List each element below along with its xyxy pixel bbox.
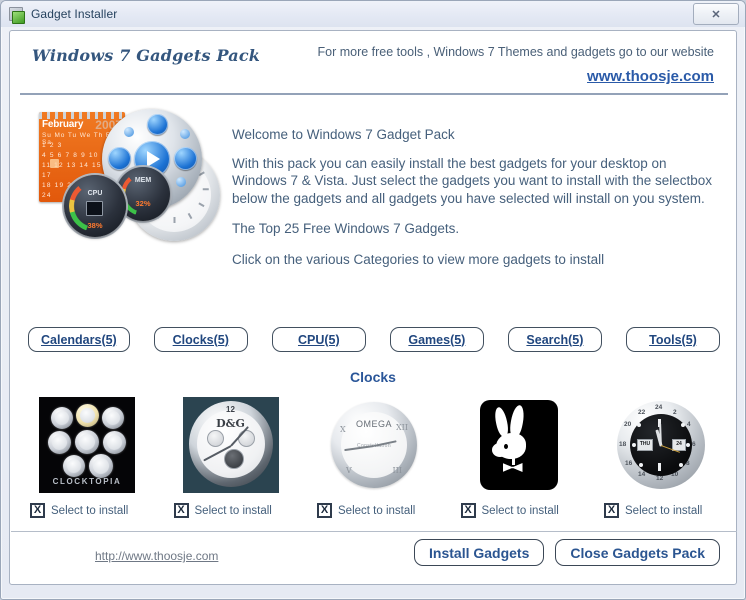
cpu-gauge-art: CPU 38% [64, 175, 126, 237]
category-label: Calendars(5) [41, 332, 117, 347]
cpu-gauge-label: CPU [87, 190, 103, 197]
close-window-button[interactable]: ✕ [693, 3, 739, 25]
footer-button-group: Install Gadgets Close Gadgets Pack [414, 539, 720, 566]
category-button-search[interactable]: Search(5) [507, 327, 602, 352]
gadget-thumbnail-playboy-bunny-clock[interactable] [469, 397, 566, 493]
gadget-thumbnail-dg-watch[interactable]: 12 D&G [182, 397, 279, 493]
category-label: Clocks(5) [172, 332, 229, 347]
gadget-item: X Select to install [453, 397, 583, 518]
calendar-month: February [42, 119, 84, 130]
close-gadgets-pack-label: Close Gadgets Pack [570, 544, 705, 561]
mem-gauge-label: MEM [134, 177, 152, 184]
gadget-grid: CLOCKTOPIA X Select to install 12 D&G X … [22, 397, 726, 518]
checkbox-mark: X [460, 503, 476, 518]
category-label: Search(5) [526, 332, 584, 347]
select-to-install-label: Select to install [338, 504, 416, 517]
welcome-body: With this pack you can easily install th… [232, 155, 713, 206]
dg-brand-caption: D&G [216, 417, 245, 430]
category-button-cpu[interactable]: CPU(5) [271, 327, 366, 352]
gadget-item: CLOCKTOPIA X Select to install [22, 397, 152, 518]
shuffle-icon [147, 114, 168, 135]
select-to-install-checkbox-2[interactable]: X Select to install [173, 503, 272, 518]
gadget-thumbnail-rolex-gmt-clock[interactable]: 24 2 4 6 8 12 10 14 16 18 20 22 THU 24 [613, 397, 709, 493]
select-to-install-checkbox-5[interactable]: X Select to install [604, 503, 702, 518]
select-to-install-checkbox-1[interactable]: X Select to install [30, 503, 128, 518]
welcome-click-hint: Click on the various Categories to view … [232, 251, 605, 267]
welcome-text-block: Welcome to Windows 7 Gadget Pack With th… [232, 126, 717, 281]
welcome-top25: The Top 25 Free Windows 7 Gadgets. [232, 221, 460, 236]
cpu-gauge-value: 38% [87, 221, 103, 230]
gadget-thumbnail-clocktopia[interactable]: CLOCKTOPIA [39, 397, 135, 493]
gadget-item: 12 D&G X Select to install [166, 397, 296, 518]
window-title: Gadget Installer [31, 7, 118, 21]
section-title: Clocks [350, 369, 396, 385]
gadget-thumbnail-omega-clock[interactable]: X XII V III OMEGA Constellation [326, 397, 422, 493]
omega-caption: OMEGA [355, 419, 392, 429]
select-to-install-checkbox-3[interactable]: X Select to install [317, 503, 415, 518]
checkbox-mark: X [173, 503, 189, 518]
website-link[interactable]: www.thoosje.com [587, 68, 714, 85]
checkbox-mark: X [604, 503, 619, 518]
app-header: Windows 7 Gadgets Pack For more free too… [10, 31, 736, 92]
select-to-install-label: Select to install [625, 504, 703, 517]
close-gadgets-pack-button[interactable]: Close Gadgets Pack [555, 539, 720, 566]
install-gadgets-button[interactable]: Install Gadgets [414, 539, 545, 566]
footer-url-link[interactable]: http://www.thoosje.com [95, 549, 218, 563]
gadget-item: X XII V III OMEGA Constellation X Select… [309, 397, 439, 518]
checkbox-mark: X [30, 503, 45, 518]
category-button-tools[interactable]: Tools(5) [625, 327, 720, 352]
category-label: Games(5) [408, 332, 466, 347]
gadget-item: 24 2 4 6 8 12 10 14 16 18 20 22 THU 24 X… [596, 397, 726, 518]
checkbox-mark: X [317, 503, 332, 518]
title-bar: Gadget Installer ✕ [1, 1, 745, 27]
category-button-calendars[interactable]: Calendars(5) [28, 327, 130, 352]
clocktopia-caption: CLOCKTOPIA [52, 477, 122, 486]
select-to-install-label: Select to install [194, 504, 272, 517]
select-to-install-label: Select to install [51, 504, 129, 517]
category-button-row: Calendars(5) Clocks(5) CPU(5) Games(5) S… [20, 327, 728, 352]
category-button-games[interactable]: Games(5) [389, 327, 484, 352]
gadget-cube-icon [8, 6, 25, 24]
footer-divider [11, 531, 737, 532]
previous-icon [108, 147, 131, 170]
dg-hour-12: 12 [226, 405, 235, 414]
gadgets-collage-image: 2007 February Su Mo Tu We Th Fr Sa 1 2 3… [18, 107, 224, 241]
select-to-install-checkbox-4[interactable]: X Select to install [460, 503, 559, 518]
calendar-today-highlight [50, 159, 59, 168]
select-to-install-label: Select to install [481, 504, 559, 517]
next-icon [174, 147, 197, 170]
promo-text: For more free tools , Windows 7 Themes a… [317, 45, 715, 59]
welcome-heading: Welcome to Windows 7 Gadget Pack [232, 127, 455, 142]
category-button-clocks[interactable]: Clocks(5) [153, 327, 248, 352]
header-divider [20, 93, 728, 95]
cpu-chip-icon [86, 201, 103, 216]
category-label: Tools(5) [649, 332, 697, 347]
rolex-day-window: THU [637, 439, 653, 451]
category-label: CPU(5) [297, 332, 340, 347]
main-panel: Windows 7 Gadgets Pack For more free too… [9, 30, 737, 585]
install-gadgets-label: Install Gadgets [429, 544, 530, 561]
close-icon: ✕ [711, 8, 721, 21]
gadget-installer-window: Gadget Installer ✕ Windows 7 Gadgets Pac… [0, 0, 746, 600]
brand-title: Windows 7 Gadgets Pack [32, 46, 261, 65]
